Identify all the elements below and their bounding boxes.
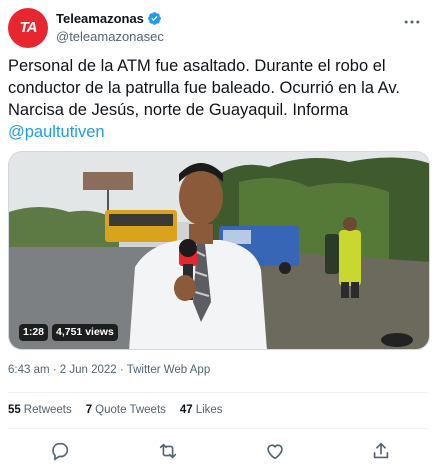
retweet-icon[interactable] xyxy=(157,440,179,462)
tweet-header: TA Teleamazonas @teleamazonasec xyxy=(8,8,428,48)
tweet-body: Personal de la ATM fue asaltado. Durante… xyxy=(8,57,400,119)
like-icon[interactable] xyxy=(264,440,286,462)
tweet-timestamp[interactable]: 6:43 am · 2 Jun 2022 · Twitter Web App xyxy=(8,364,210,376)
stat-label: Quote Tweets xyxy=(95,404,166,416)
handle[interactable]: @teleamazonasec xyxy=(56,29,164,44)
tweet-actions xyxy=(0,440,436,462)
stat-label: Likes xyxy=(195,404,223,416)
divider xyxy=(8,392,428,393)
divider xyxy=(8,428,428,429)
duration-badge: 1:28 xyxy=(19,324,49,341)
name-row: Teleamazonas xyxy=(56,9,164,27)
stat-retweets[interactable]: 55 Retweets xyxy=(8,404,72,416)
tweet-stats: 55 Retweets 7 Quote Tweets 47 Likes xyxy=(8,404,237,416)
stat-quote-tweets[interactable]: 7 Quote Tweets xyxy=(86,404,166,416)
avatar-logo-text: TA xyxy=(19,19,38,36)
views-badge: 4,751 views xyxy=(52,324,118,341)
stat-count: 55 xyxy=(8,404,21,416)
video-thumbnail xyxy=(9,152,429,349)
reply-icon[interactable] xyxy=(49,440,71,462)
stat-count: 47 xyxy=(179,404,193,416)
author-info: Teleamazonas @teleamazonasec xyxy=(56,9,164,45)
stat-likes[interactable]: 47 Likes xyxy=(180,404,223,416)
more-dots-icon[interactable] xyxy=(402,12,422,32)
display-name[interactable]: Teleamazonas xyxy=(56,11,144,26)
stat-count: 7 xyxy=(85,404,93,416)
stat-label: Retweets xyxy=(23,404,72,416)
share-icon[interactable] xyxy=(370,440,392,462)
video-player[interactable]: 1:28 4,751 views xyxy=(8,151,430,350)
mention-link[interactable]: @paultutiven xyxy=(8,123,105,141)
verified-badge-icon xyxy=(148,11,161,25)
avatar[interactable]: TA xyxy=(8,8,48,48)
tweet-text: Personal de la ATM fue asaltado. Durante… xyxy=(8,55,426,143)
